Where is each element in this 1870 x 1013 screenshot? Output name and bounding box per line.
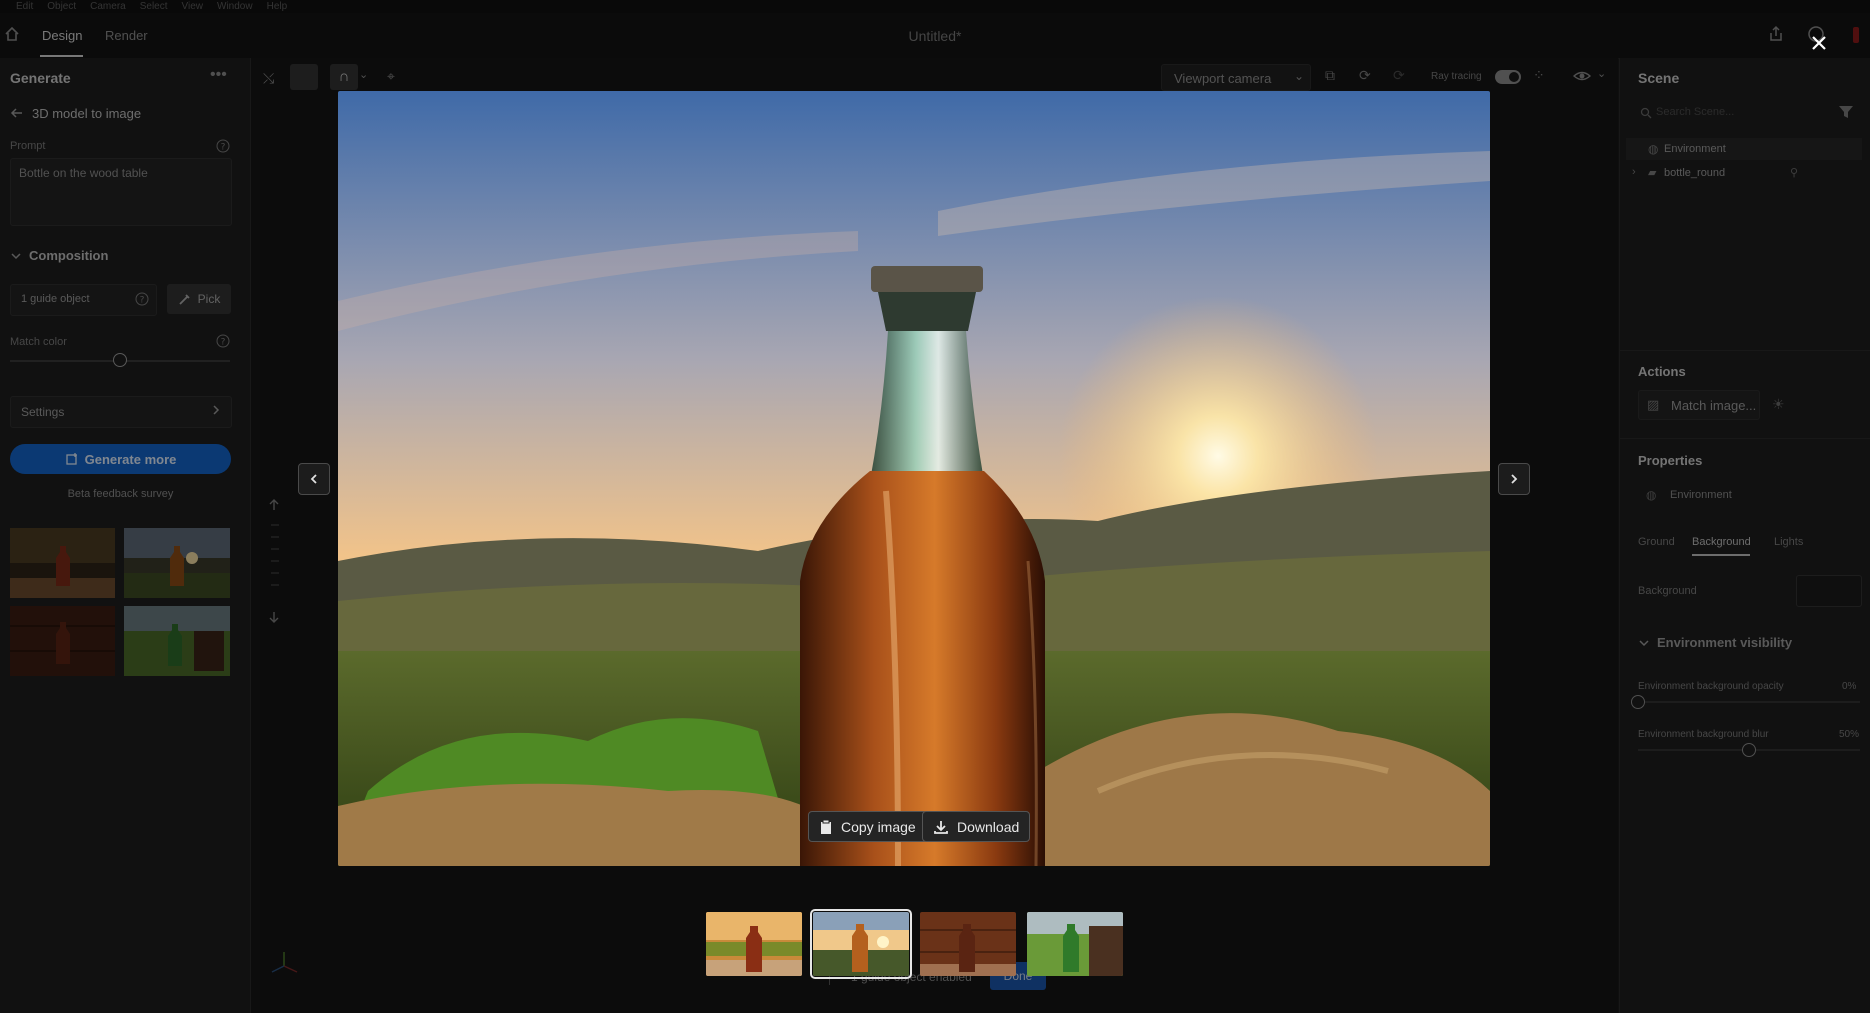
filmstrip-thumb-4[interactable] xyxy=(1027,912,1123,976)
thumb-image xyxy=(706,912,802,976)
filmstrip-thumb-1[interactable] xyxy=(706,912,802,976)
thumb-image xyxy=(1027,912,1123,976)
download-button[interactable]: Download xyxy=(922,811,1031,842)
chevron-left-icon xyxy=(310,474,317,484)
bottle-photo xyxy=(338,91,1490,866)
filmstrip-thumb-3[interactable] xyxy=(920,912,1016,976)
preview-image: Copy image Download xyxy=(338,91,1490,866)
filmstrip xyxy=(706,909,1123,979)
filmstrip-thumb-2[interactable] xyxy=(810,909,912,979)
thumb-image xyxy=(920,912,1016,976)
copy-image-button[interactable]: Copy image xyxy=(808,811,927,842)
chevron-right-icon xyxy=(1511,474,1518,484)
previous-image-button[interactable] xyxy=(298,463,330,495)
close-icon[interactable] xyxy=(1810,34,1828,52)
next-image-button[interactable] xyxy=(1498,463,1530,495)
copy-image-label: Copy image xyxy=(841,818,916,835)
thumb-image xyxy=(813,912,909,976)
download-icon xyxy=(934,820,948,834)
download-label: Download xyxy=(957,818,1020,835)
copy-icon xyxy=(821,819,831,834)
